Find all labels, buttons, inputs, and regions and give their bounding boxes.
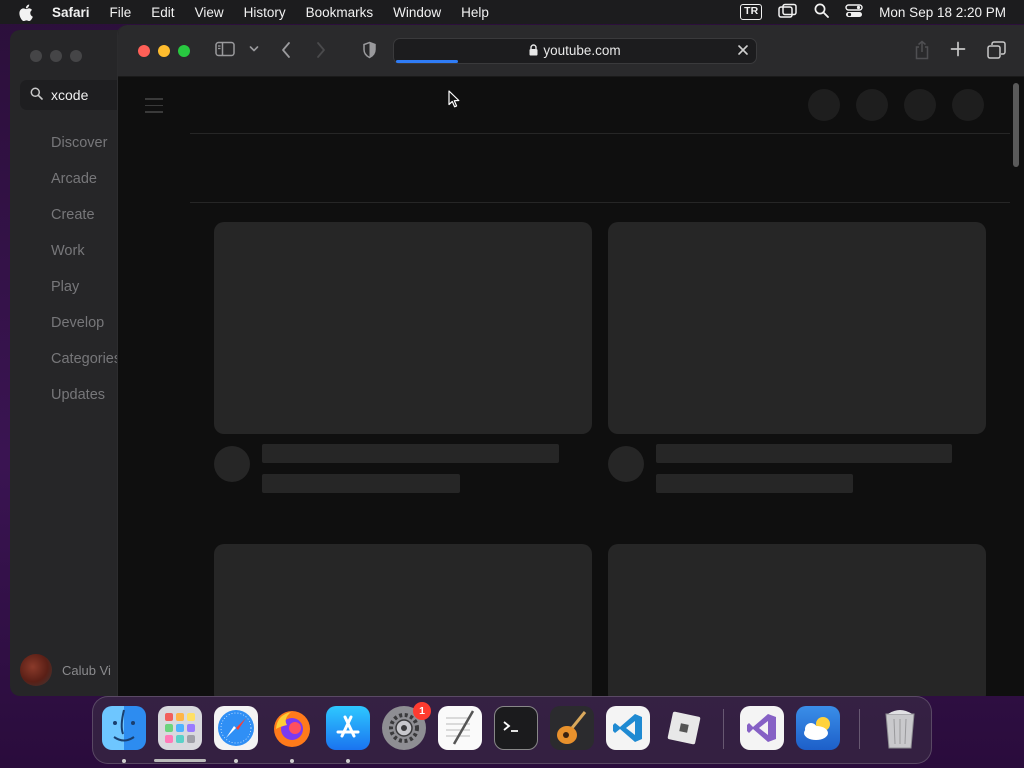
safari-window: youtube.com <box>117 25 1024 696</box>
search-icon <box>30 87 43 103</box>
sidebar-item-categories[interactable]: Categories <box>51 351 121 387</box>
menu-file[interactable]: File <box>110 5 132 20</box>
title-line-placeholder <box>262 444 559 463</box>
input-source-badge[interactable]: TR <box>740 4 763 20</box>
chevron-down-icon[interactable] <box>249 45 259 53</box>
skeleton-circle <box>904 89 936 121</box>
menu-bookmarks[interactable]: Bookmarks <box>306 5 374 20</box>
app-store-search-field[interactable]: xcode <box>20 80 130 110</box>
forward-arrow-icon[interactable] <box>315 41 327 59</box>
minimize-button[interactable] <box>158 45 170 57</box>
guitar-icon[interactable] <box>550 706 594 750</box>
finder-icon[interactable] <box>102 706 146 750</box>
meta-line-placeholder <box>262 474 460 493</box>
video-thumbnail-placeholder <box>214 222 592 434</box>
apple-icon[interactable] <box>18 4 40 21</box>
url-text: youtube.com <box>543 43 621 58</box>
spotlight-search-icon[interactable] <box>814 3 830 21</box>
page-load-progress <box>396 60 458 63</box>
video-thumbnail-placeholder <box>608 544 986 696</box>
video-thumbnail-placeholder <box>608 222 986 434</box>
account-button[interactable]: Calub Vi <box>20 654 111 686</box>
account-name: Calub Vi <box>62 662 111 678</box>
privacy-shield-icon[interactable] <box>362 41 377 59</box>
control-center-icon[interactable] <box>845 3 863 21</box>
hamburger-menu-icon[interactable] <box>145 98 163 118</box>
sidebar-item-arcade[interactable]: Arcade <box>51 171 121 207</box>
skeleton-circle <box>808 89 840 121</box>
weather-icon[interactable] <box>796 706 840 750</box>
firefox-icon[interactable] <box>270 706 314 750</box>
page-scrollbar[interactable] <box>1013 83 1019 167</box>
app-store-icon[interactable] <box>326 706 370 750</box>
search-input-value[interactable]: xcode <box>51 87 88 103</box>
dock-separator <box>859 709 860 749</box>
skeleton-divider <box>190 133 1010 134</box>
screen-mirroring-icon[interactable] <box>778 3 798 22</box>
safari-icon[interactable] <box>214 706 258 750</box>
back-arrow-icon[interactable] <box>280 41 292 59</box>
channel-avatar-placeholder <box>214 446 250 482</box>
sidebar-item-create[interactable]: Create <box>51 207 121 243</box>
menubar-clock[interactable]: Mon Sep 18 2:20 PM <box>879 5 1006 20</box>
share-icon[interactable] <box>914 40 930 60</box>
sidebar-item-updates[interactable]: Updates <box>51 387 121 423</box>
dock-separator <box>723 709 724 749</box>
notification-badge: 1 <box>413 702 431 720</box>
menu-history[interactable]: History <box>244 5 286 20</box>
web-page-content[interactable] <box>118 77 1024 696</box>
sidebar-item-work[interactable]: Work <box>51 243 121 279</box>
zoom-button[interactable] <box>178 45 190 57</box>
menu-edit[interactable]: Edit <box>151 5 174 20</box>
url-display[interactable]: youtube.com <box>394 43 756 59</box>
app-store-traffic-lights <box>30 50 82 62</box>
roblox-icon[interactable] <box>662 706 706 750</box>
title-line-placeholder <box>656 444 952 463</box>
menu-app-safari[interactable]: Safari <box>52 5 90 20</box>
textedit-icon[interactable] <box>438 706 482 750</box>
stop-loading-x-icon[interactable] <box>736 43 750 62</box>
running-indicator <box>290 759 294 763</box>
app-store-window: xcode Discover Arcade Create Work Play D… <box>10 30 130 696</box>
trash-icon[interactable] <box>878 706 922 750</box>
sidebar-item-develop[interactable]: Develop <box>51 315 121 351</box>
mouse-pointer-icon <box>448 90 460 108</box>
skeleton-divider <box>190 202 1010 203</box>
avatar <box>20 654 52 686</box>
tab-overview-icon[interactable] <box>987 41 1006 59</box>
running-indicator <box>346 759 350 763</box>
sidebar-toggle-icon[interactable] <box>215 41 235 57</box>
launch-indicator <box>154 759 206 762</box>
visual-studio-icon[interactable] <box>740 706 784 750</box>
dock: 1 <box>92 696 932 764</box>
video-thumbnail-placeholder <box>214 544 592 696</box>
terminal-icon[interactable] <box>494 706 538 750</box>
meta-line-placeholder <box>656 474 853 493</box>
safari-toolbar: youtube.com <box>118 25 1024 77</box>
skeleton-circle <box>952 89 984 121</box>
app-store-sidebar: Discover Arcade Create Work Play Develop… <box>51 135 121 423</box>
lock-icon <box>529 44 538 59</box>
sidebar-item-discover[interactable]: Discover <box>51 135 121 171</box>
menu-view[interactable]: View <box>195 5 224 20</box>
launchpad-icon[interactable] <box>158 706 202 750</box>
skeleton-circle <box>856 89 888 121</box>
minimize-button-inactive[interactable] <box>50 50 62 62</box>
sidebar-item-play[interactable]: Play <box>51 279 121 315</box>
close-button-inactive[interactable] <box>30 50 42 62</box>
zoom-button-inactive[interactable] <box>70 50 82 62</box>
running-indicator <box>234 759 238 763</box>
close-button[interactable] <box>138 45 150 57</box>
running-indicator <box>122 759 126 763</box>
vscode-icon[interactable] <box>606 706 650 750</box>
menu-help[interactable]: Help <box>461 5 489 20</box>
channel-avatar-placeholder <box>608 446 644 482</box>
menu-bar: Safari File Edit View History Bookmarks … <box>0 0 1024 24</box>
new-tab-plus-icon[interactable] <box>950 41 966 57</box>
menu-window[interactable]: Window <box>393 5 441 20</box>
address-bar[interactable]: youtube.com <box>393 38 757 64</box>
